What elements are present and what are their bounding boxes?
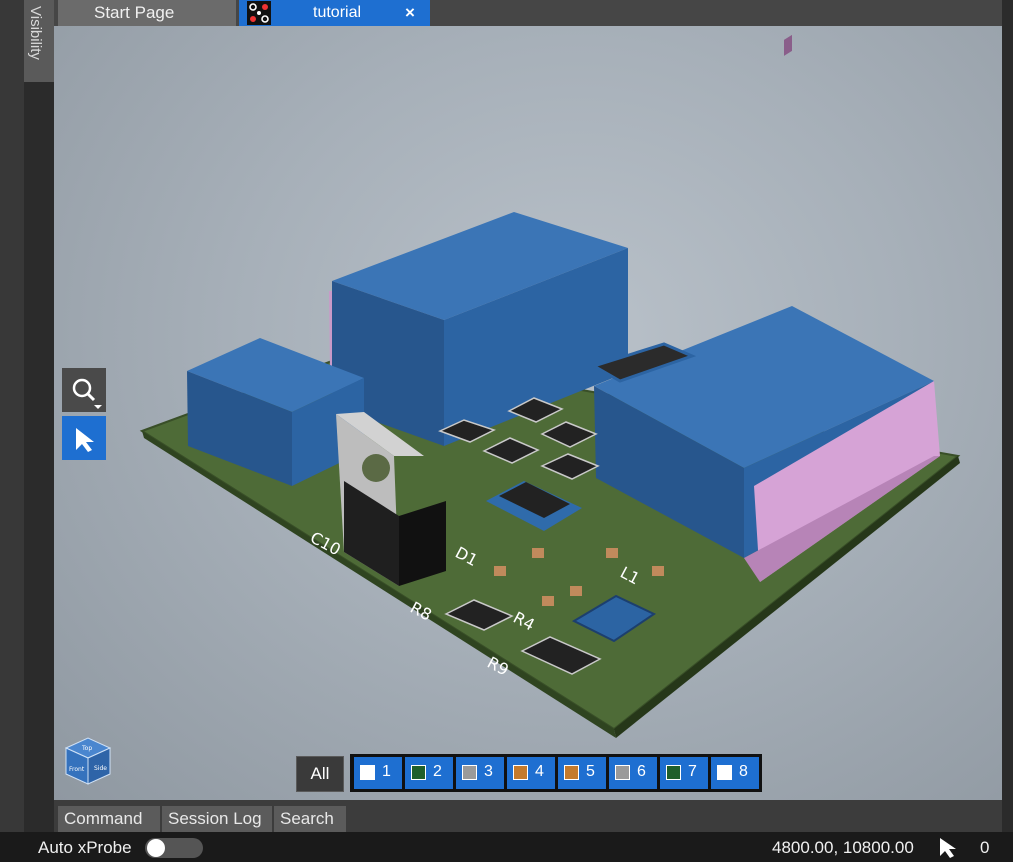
layer-all-button[interactable]: All bbox=[296, 756, 344, 792]
layer-number: 8 bbox=[739, 763, 748, 780]
auto-xprobe-label: Auto xProbe bbox=[38, 838, 132, 857]
tab-command[interactable]: Command bbox=[58, 806, 160, 832]
pcb-3d-render: C10 R8 R9 R4 L1 D1 Top Front Side bbox=[64, 34, 961, 785]
layer-button-3[interactable]: 3 bbox=[456, 757, 504, 789]
layer-swatch bbox=[360, 765, 375, 780]
layer-swatch bbox=[411, 765, 426, 780]
svg-text:Top: Top bbox=[81, 745, 92, 752]
layer-number: 7 bbox=[688, 763, 697, 780]
orientation-cube: Top Front Side bbox=[64, 737, 112, 785]
layer-number: 4 bbox=[535, 763, 544, 780]
layer-number: 3 bbox=[484, 763, 493, 780]
visibility-label[interactable]: Visibility bbox=[27, 6, 44, 60]
select-tool-button[interactable] bbox=[62, 416, 106, 460]
tab-session-log[interactable]: Session Log bbox=[162, 806, 272, 832]
layer-swatch bbox=[615, 765, 630, 780]
auto-xprobe-toggle[interactable] bbox=[145, 838, 203, 858]
pcb-document-icon bbox=[247, 1, 271, 25]
layer-number: 1 bbox=[382, 763, 391, 780]
tab-search[interactable]: Search bbox=[274, 806, 346, 832]
left-panel-strip bbox=[0, 0, 24, 832]
close-icon[interactable]: × bbox=[405, 0, 415, 26]
tab-tutorial-label: tutorial bbox=[313, 4, 362, 21]
layer-button-5[interactable]: 5 bbox=[558, 757, 606, 789]
status-bar: Auto xProbe 4800.00, 10800.00 0 bbox=[0, 832, 1013, 862]
layer-button-7[interactable]: 7 bbox=[660, 757, 708, 789]
layer-swatch bbox=[462, 765, 477, 780]
svg-text:Side: Side bbox=[94, 765, 107, 772]
tab-start-page[interactable]: Start Page bbox=[58, 0, 236, 26]
zoom-icon bbox=[72, 378, 102, 409]
selection-mode-icon[interactable] bbox=[934, 836, 962, 860]
layer-button-8[interactable]: 8 bbox=[711, 757, 759, 789]
layer-number: 6 bbox=[637, 763, 646, 780]
layer-buttons: 1 2 3 4 5 6 7 8 bbox=[350, 754, 762, 792]
svg-text:Front: Front bbox=[69, 766, 85, 773]
layer-number: 2 bbox=[433, 763, 442, 780]
right-edge bbox=[1002, 0, 1013, 832]
selection-count: 0 bbox=[980, 838, 990, 857]
layer-swatch bbox=[717, 765, 732, 780]
layer-number: 5 bbox=[586, 763, 595, 780]
cursor-coordinates: 4800.00, 10800.00 bbox=[772, 838, 914, 857]
layer-swatch bbox=[513, 765, 528, 780]
cursor-arrow-icon bbox=[76, 428, 94, 452]
layer-button-6[interactable]: 6 bbox=[609, 757, 657, 789]
bottom-panel-tabs: Command Session Log Search bbox=[54, 800, 1002, 832]
layer-button-4[interactable]: 4 bbox=[507, 757, 555, 789]
layer-swatch bbox=[564, 765, 579, 780]
zoom-tool-button[interactable] bbox=[62, 368, 106, 412]
3d-viewport[interactable]: C10 R8 R9 R4 L1 D1 Top Front Side bbox=[54, 26, 1002, 800]
tab-tutorial[interactable]: tutorial × bbox=[239, 0, 430, 26]
layer-button-2[interactable]: 2 bbox=[405, 757, 453, 789]
layer-swatch bbox=[666, 765, 681, 780]
layer-button-1[interactable]: 1 bbox=[354, 757, 402, 789]
document-tabbar: Start Page tutorial × bbox=[54, 0, 1002, 26]
